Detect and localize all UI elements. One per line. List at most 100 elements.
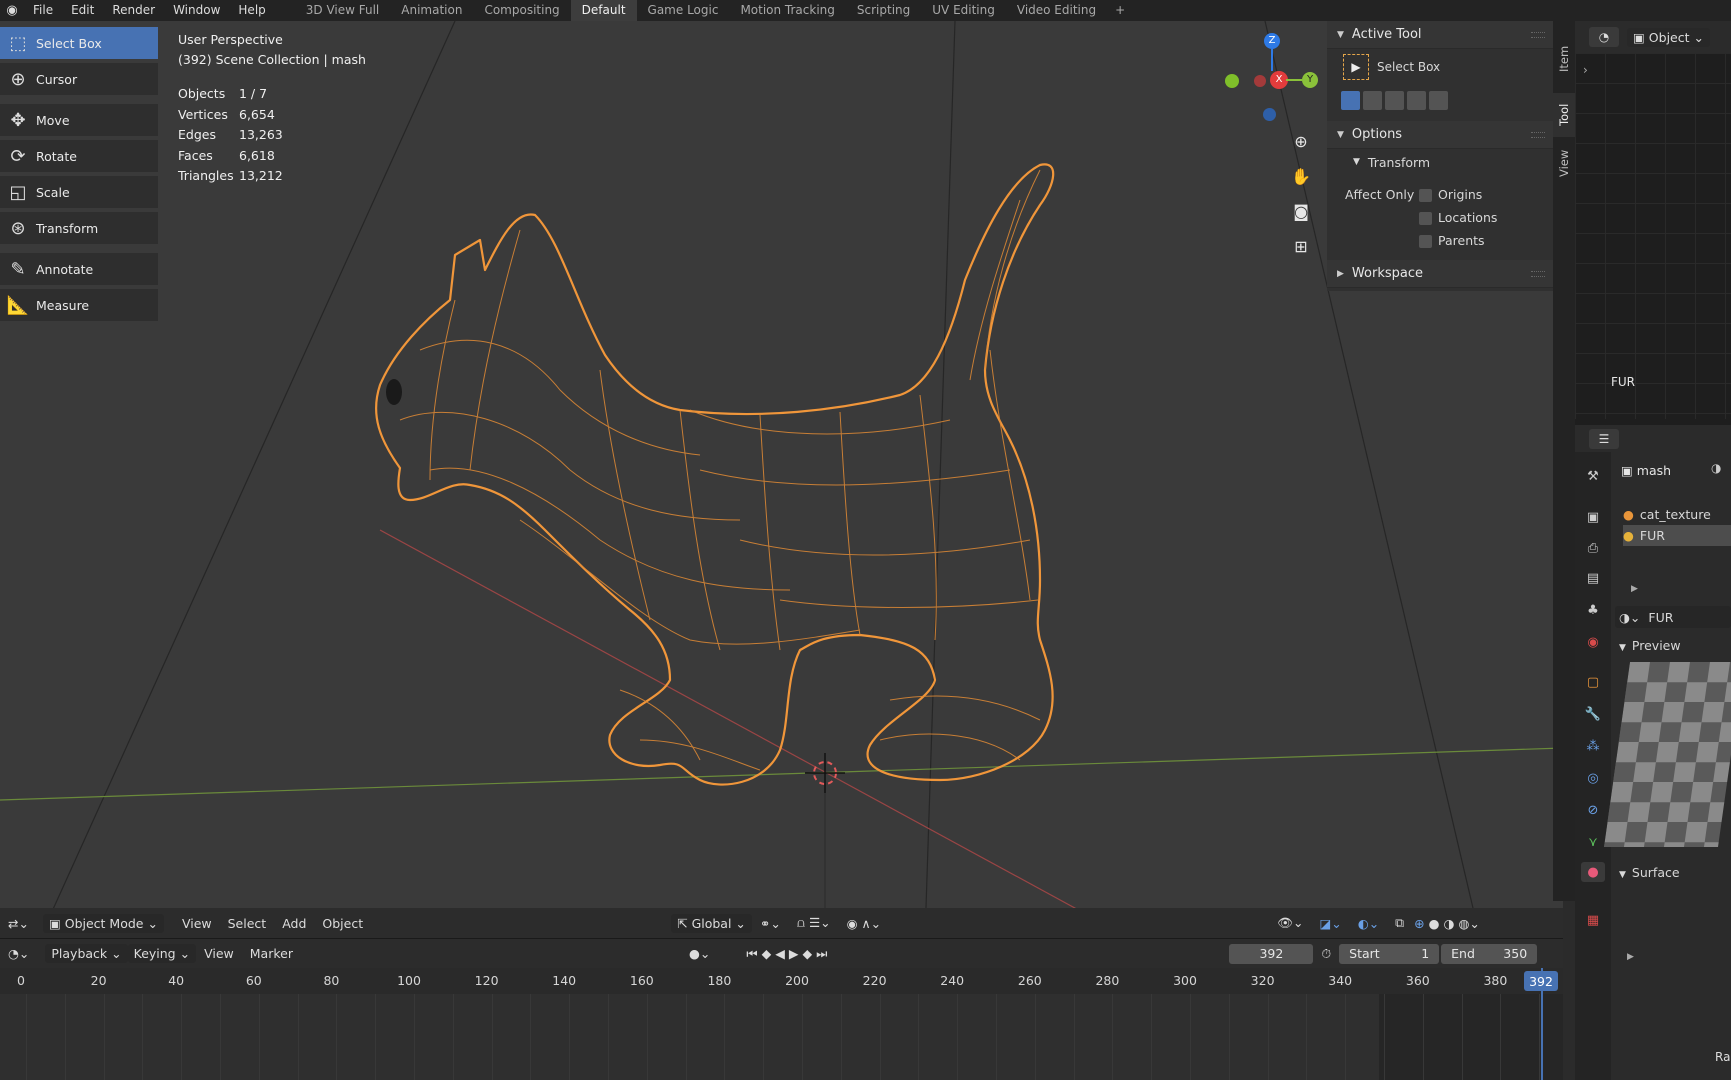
material-properties-icon[interactable]: ● [1581,862,1605,882]
gizmo-neg-y-icon[interactable] [1225,74,1239,88]
preview-panel-header[interactable]: ▼ Preview [1619,638,1681,653]
menu-render[interactable]: Render [103,0,164,21]
snap-icon[interactable]: ⩍ ☰⌄ [789,915,839,931]
texture-properties-icon[interactable]: ▦ [1583,910,1603,930]
active-tool-header[interactable]: ▼ Active Tool [1327,21,1553,49]
overlay-toggle-icon[interactable]: ◐⌄ [1350,916,1387,931]
chevron-right-icon[interactable]: › [1583,63,1588,77]
expand-triangle-icon[interactable]: ▶ [1631,584,1638,594]
menu-object[interactable]: Object [314,916,371,931]
tab-3d-view-full[interactable]: 3D View Full [295,0,391,21]
tool-transform[interactable]: ⊛ Transform [0,212,158,248]
object-mode-dropdown[interactable]: ▣ Object Mode ⌄ [42,913,164,933]
surface-panel-header[interactable]: ▼ Surface [1619,865,1680,880]
tool-scale[interactable]: ◱ Scale [0,176,158,212]
drag-grip-icon[interactable] [1531,131,1545,138]
parents-checkbox[interactable]: Parents [1345,229,1553,252]
menu-file[interactable]: File [24,0,62,21]
menu-window[interactable]: Window [164,0,229,21]
shading-solid-icon[interactable]: ● [1427,916,1442,931]
pan-hand-icon[interactable]: ✋ [1286,161,1316,191]
modifier-wrench-icon[interactable]: 🔧 [1583,704,1603,724]
visibility-icon[interactable]: 👁⌄ [1269,915,1311,931]
list-item[interactable]: ● FUR [1623,525,1731,546]
workspace-header[interactable]: ▶ Workspace [1327,260,1553,288]
zoom-icon[interactable]: ⊕ [1286,126,1316,156]
options-header[interactable]: ▼ Options [1327,121,1553,149]
tab-video-editing[interactable]: Video Editing [1006,0,1107,21]
keying-dropdown[interactable]: Keying ⌄ [127,944,197,963]
select-mode-subtract-icon[interactable] [1385,90,1404,110]
camera-icon[interactable]: ◙ [1286,196,1316,226]
timeline-ruler[interactable]: 0 20 40 60 80 100 120 140 160 180 200 220 240 260 280 3… [0,968,1563,994]
jump-start-icon[interactable]: ⏮ [746,946,761,961]
play-icon[interactable]: ▶ [789,946,803,961]
perspective-grid-icon[interactable]: ⊞ [1286,231,1316,261]
list-item[interactable]: ● cat_texture [1623,504,1731,525]
constraints-icon[interactable]: ⊘ [1583,800,1603,820]
record-icon[interactable]: ●⌄ [681,946,718,961]
xray-icon[interactable]: ⧉ [1387,915,1412,931]
tool-rotate[interactable]: ⟳ Rotate [0,140,158,176]
editor-type-icon[interactable]: ◔⌄ [0,946,37,961]
tab-motion-tracking[interactable]: Motion Tracking [729,0,845,21]
playback-dropdown[interactable]: Playback ⌄ [45,944,128,963]
object-properties-icon[interactable]: ▢ [1583,672,1603,692]
orientation-dropdown[interactable]: ⇱ Global ⌄ [671,913,752,933]
tab-game-logic[interactable]: Game Logic [637,0,730,21]
proportional-edit-icon[interactable]: ◉ ∧⌄ [839,916,890,931]
shading-material-icon[interactable]: ◑ [1442,916,1457,931]
gizmo-neg-z-icon[interactable] [1263,108,1276,121]
select-box-icon[interactable]: ▶ [1343,54,1369,80]
properties-type-icon[interactable]: ☰ [1589,429,1619,449]
playhead-frame-badge[interactable]: 392 [1524,971,1558,991]
tool-move[interactable]: ✥ Move [0,104,158,140]
gizmo-neg-x-icon[interactable] [1254,75,1266,87]
timeline-body[interactable] [0,994,1563,1080]
menu-view[interactable]: View [196,946,242,961]
output-properties-icon[interactable]: ⎙ [1583,538,1603,558]
node-mode-dropdown[interactable]: ▣ Object ⌄ [1627,27,1710,47]
kitten-mesh[interactable] [375,163,1055,786]
3d-cursor-icon[interactable] [805,753,845,793]
select-mode-extend-icon[interactable] [1363,90,1382,110]
transform-subheader[interactable]: ▼ Transform [1327,149,1553,175]
editor-type-icon[interactable]: ⇄⌄ [0,916,37,931]
tab-uv-editing[interactable]: UV Editing [921,0,1006,21]
start-frame-field[interactable]: Start 1 [1339,943,1440,964]
menu-help[interactable]: Help [229,0,274,21]
material-selector[interactable]: ◑⌄ FUR [1615,606,1731,628]
physics-icon[interactable]: ◎ [1583,768,1603,788]
menu-view[interactable]: View [174,916,220,931]
tab-animation[interactable]: Animation [390,0,473,21]
menu-edit[interactable]: Edit [62,0,103,21]
tool-cursor[interactable]: ⊕ Cursor [0,63,158,99]
select-mode-new-icon[interactable] [1341,90,1360,110]
node-editor-area[interactable]: FUR › [1575,53,1731,419]
pivot-point-icon[interactable]: ⚭⌄ [752,916,789,931]
select-mode-invert-icon[interactable] [1407,90,1426,110]
navigation-gizmo[interactable]: Z X Y [1220,31,1320,131]
tab-view[interactable]: View [1553,141,1575,185]
particles-icon[interactable]: ⁂ [1583,736,1603,756]
tab-scripting[interactable]: Scripting [846,0,921,21]
drag-grip-icon[interactable] [1531,270,1545,277]
tool-annotate[interactable]: ✎ Annotate [0,253,158,289]
prev-keyframe-icon[interactable]: ◆ [762,946,776,961]
drag-grip-icon[interactable] [1531,31,1545,38]
scene-properties-icon[interactable]: ♣ [1583,600,1603,620]
shading-rendered-icon[interactable]: ◍⌄ [1456,916,1481,931]
tab-item[interactable]: Item [1553,29,1575,89]
play-reverse-icon[interactable]: ◀ [775,946,789,961]
tab-tool[interactable]: Tool [1553,93,1575,137]
view-layer-icon[interactable]: ▤ [1583,568,1603,588]
render-properties-icon[interactable]: ▣ [1583,507,1603,527]
select-mode-intersect-icon[interactable] [1429,90,1448,110]
jump-end-icon[interactable]: ⏭ [816,946,831,961]
gizmo-y-icon[interactable]: Y [1302,72,1318,88]
world-properties-icon[interactable]: ◉ [1583,632,1603,652]
tool-select-box[interactable]: ⬚ Select Box [0,27,158,63]
add-workspace-button[interactable]: + [1107,0,1133,21]
stopwatch-icon[interactable]: ⏱ [1313,946,1339,962]
origins-checkbox[interactable]: Origins [1419,183,1482,206]
